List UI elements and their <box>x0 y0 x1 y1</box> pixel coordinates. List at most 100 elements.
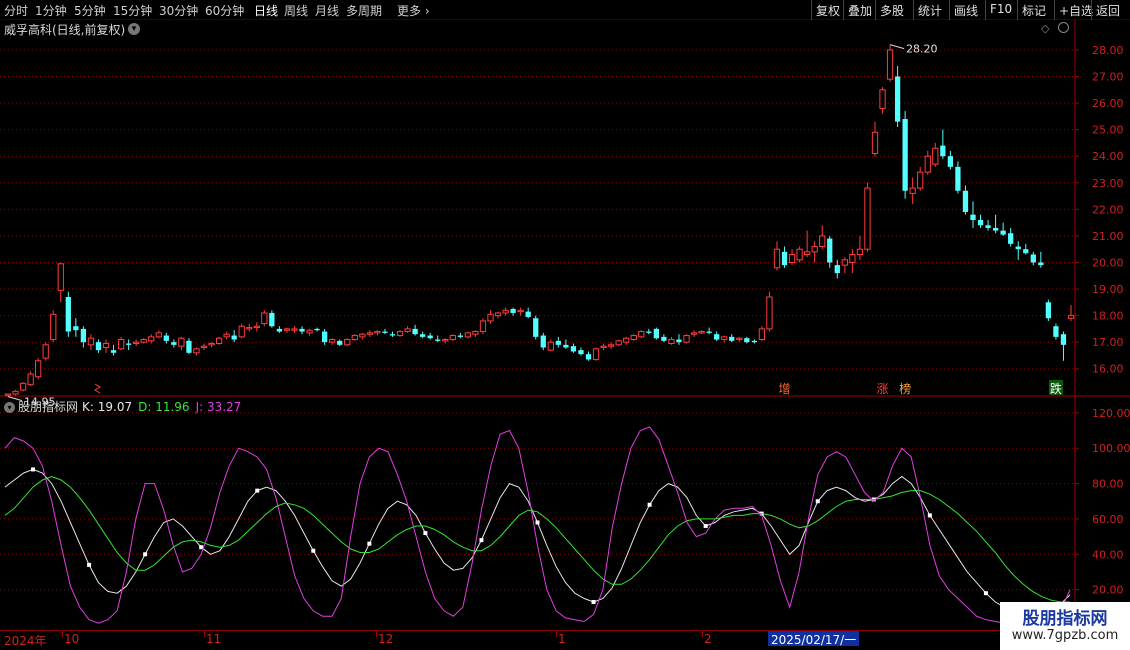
month-label: 1 <box>558 632 566 646</box>
kdj-tick-label: 60.00 <box>1092 513 1124 526</box>
candle-body <box>494 312 502 317</box>
candle-body <box>87 337 95 346</box>
candle-body <box>630 335 637 341</box>
candle-body <box>970 214 976 220</box>
candle-body <box>50 313 57 341</box>
j-line <box>4 426 1071 624</box>
candle-body <box>690 332 698 335</box>
candle-body <box>472 331 479 335</box>
candle-body <box>12 390 19 395</box>
candle-body <box>140 339 147 343</box>
candle-body <box>796 248 803 261</box>
candle-body <box>1045 302 1052 319</box>
k-marker <box>647 502 652 507</box>
candle-body <box>359 333 366 338</box>
candle-body <box>382 331 388 333</box>
candle-body <box>283 328 291 331</box>
candle-body <box>95 342 102 351</box>
candle-body <box>299 328 305 332</box>
candle-body <box>420 334 426 337</box>
candle-body <box>563 344 569 348</box>
candle-body <box>261 312 268 325</box>
candle-body <box>427 335 433 339</box>
candle-body <box>487 313 494 322</box>
candle-body <box>396 331 404 337</box>
k-marker <box>87 562 92 567</box>
candle-body <box>193 348 200 354</box>
price-tick-label: 16.00 <box>1092 363 1124 376</box>
k-marker <box>255 488 260 493</box>
candle-body <box>849 254 856 263</box>
candle-body <box>540 335 546 348</box>
candle-body <box>337 340 343 345</box>
k-marker <box>591 600 596 605</box>
candle-body <box>502 309 509 314</box>
d-line <box>4 475 1070 603</box>
price-tick-label: 28.00 <box>1092 44 1124 57</box>
candle-body <box>773 248 781 269</box>
candle-body <box>276 328 283 332</box>
candle-body <box>1060 334 1067 345</box>
kdj-tick-label: 100.00 <box>1092 442 1130 455</box>
event-marker: 榜 <box>899 381 911 396</box>
candle-body <box>4 393 12 396</box>
candle-body <box>864 187 871 250</box>
candle-body <box>351 335 358 341</box>
price-tick-label: 23.00 <box>1092 177 1124 190</box>
candle-body <box>27 373 34 386</box>
candle-body <box>517 309 524 313</box>
candle-body <box>758 328 766 341</box>
candle-body <box>389 334 396 336</box>
candle-body <box>751 340 758 343</box>
kdj-tick-label: 80.00 <box>1092 478 1124 491</box>
candle-body <box>1053 326 1059 337</box>
candle-body <box>977 219 984 226</box>
candle-body <box>231 335 237 340</box>
candle-body <box>291 328 298 331</box>
price-tick-label: 18.00 <box>1092 310 1124 323</box>
candle-body <box>344 339 351 346</box>
candle-body <box>646 331 652 333</box>
candle-body <box>163 335 169 341</box>
candle-body <box>683 335 690 343</box>
month-label: 12 <box>378 632 394 646</box>
candle-body <box>856 248 864 256</box>
month-tick <box>62 631 63 637</box>
k-marker <box>31 467 36 472</box>
candle-body <box>729 336 735 341</box>
candle-body <box>638 331 645 338</box>
candle-body <box>676 339 682 343</box>
candle-body <box>215 337 223 345</box>
candle-body <box>306 329 313 334</box>
candle-body <box>329 339 336 343</box>
candle-body <box>819 235 826 248</box>
month-tick <box>204 631 205 637</box>
price-tick-label: 17.00 <box>1092 336 1124 349</box>
candle-body <box>698 331 705 334</box>
candle-body <box>186 340 192 353</box>
candle-body <box>442 339 449 342</box>
candle-body <box>1008 233 1014 244</box>
candle-body <box>19 382 27 391</box>
k-marker <box>367 541 372 546</box>
k-marker <box>815 499 820 504</box>
candle-body <box>57 263 64 291</box>
candle-body <box>110 350 117 353</box>
price-chart[interactable]: 16.00 17.00 18.00 19.00 20.00 21.00 22.00 23.00… <box>0 0 1130 650</box>
candle-body <box>706 331 712 333</box>
candle-body <box>932 147 939 165</box>
candle-body <box>871 131 879 155</box>
k-marker <box>311 548 316 553</box>
kdj-tick-label: 20.00 <box>1092 584 1124 597</box>
price-tick-label: 24.00 <box>1092 150 1124 163</box>
candle-body <box>962 190 969 212</box>
candle-body <box>1067 315 1075 319</box>
candle-body <box>80 328 87 343</box>
candle-body <box>1015 246 1021 250</box>
k-marker <box>983 591 988 596</box>
candle-body <box>533 318 539 337</box>
watermark: 股朋指标网 www.7gpzb.com <box>1000 602 1130 650</box>
month-label: 2 <box>704 632 712 646</box>
candle-body <box>133 341 140 345</box>
month-label: 10 <box>64 632 80 646</box>
